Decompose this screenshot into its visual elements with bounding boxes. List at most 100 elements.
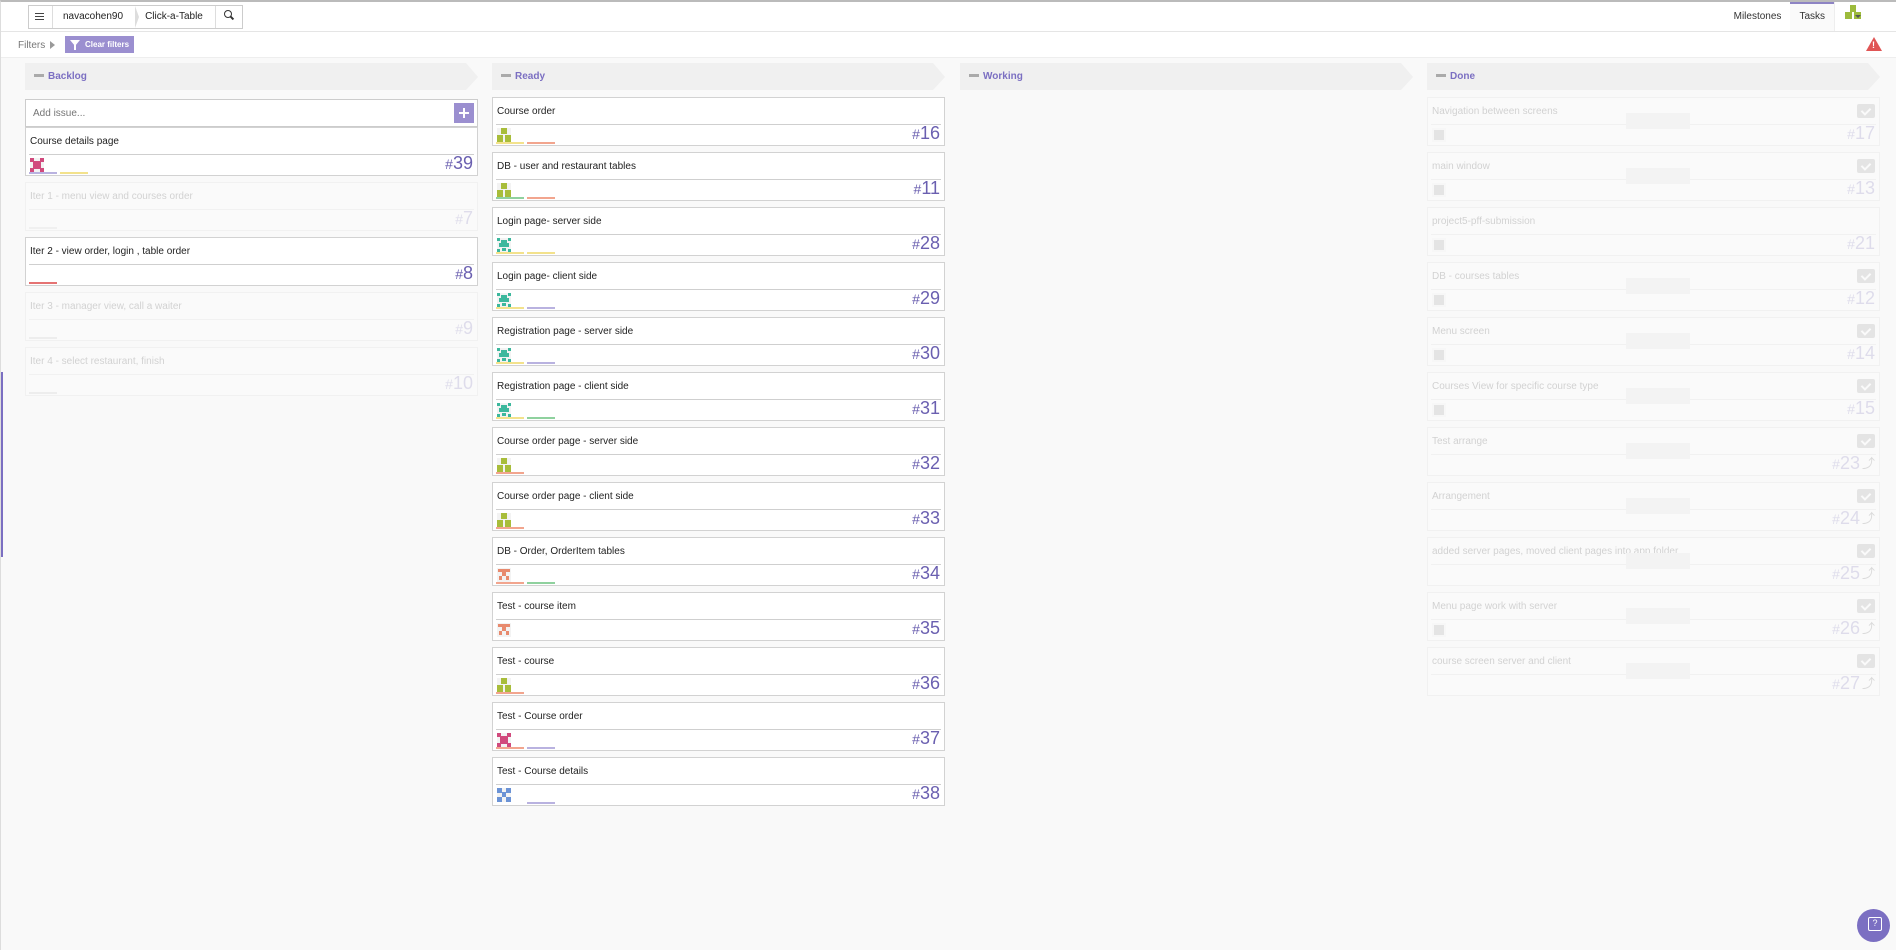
warning-icon[interactable] bbox=[1866, 37, 1882, 51]
issue-card[interactable]: Course order page - client side #33 bbox=[492, 482, 945, 531]
menu-button[interactable] bbox=[29, 6, 53, 28]
hover-action-button[interactable] bbox=[1626, 168, 1690, 184]
issue-title[interactable]: Course order page - server side bbox=[497, 436, 638, 447]
label-bar[interactable] bbox=[496, 417, 524, 419]
label-bar[interactable] bbox=[29, 172, 57, 174]
column-header[interactable]: Done bbox=[1427, 63, 1880, 90]
issue-card[interactable]: Navigation between screens #17 bbox=[1427, 97, 1880, 146]
label-bar[interactable] bbox=[527, 142, 555, 144]
close-issue-check-icon[interactable] bbox=[1857, 544, 1875, 558]
issue-number[interactable]: #17 bbox=[1847, 123, 1875, 144]
assignee-avatar-icon[interactable] bbox=[497, 623, 511, 637]
label-bar[interactable] bbox=[29, 227, 57, 229]
issue-title[interactable]: Course order bbox=[497, 106, 555, 117]
assignee-avatar-icon[interactable] bbox=[497, 458, 511, 472]
clear-filters-button[interactable]: Clear filters bbox=[65, 36, 135, 53]
label-bar[interactable] bbox=[496, 747, 524, 749]
close-issue-check-icon[interactable] bbox=[1857, 489, 1875, 503]
issue-title[interactable]: Menu screen bbox=[1432, 326, 1490, 337]
issue-card[interactable]: Test arrange #23 ⤴ bbox=[1427, 427, 1880, 476]
caret-right-icon[interactable] bbox=[50, 41, 55, 49]
issue-card[interactable]: Iter 3 - manager view, call a waiter #9 bbox=[25, 292, 478, 341]
hover-action-button[interactable] bbox=[1626, 663, 1690, 679]
issue-card[interactable]: project5-pff-submission #21 bbox=[1427, 207, 1880, 256]
hover-action-button[interactable] bbox=[1626, 498, 1690, 514]
close-issue-check-icon[interactable] bbox=[1857, 269, 1875, 283]
issue-title[interactable]: DB - user and restaurant tables bbox=[497, 161, 636, 172]
hover-action-button[interactable] bbox=[1626, 278, 1690, 294]
label-bar[interactable] bbox=[29, 392, 57, 394]
close-issue-check-icon[interactable] bbox=[1857, 599, 1875, 613]
issue-card[interactable]: course screen server and client #27 ⤴ bbox=[1427, 647, 1880, 696]
issue-number[interactable]: #35 bbox=[912, 618, 940, 639]
issue-number[interactable]: #25 ⤴ bbox=[1832, 563, 1875, 584]
issue-title[interactable]: Test arrange bbox=[1432, 436, 1488, 447]
issue-card[interactable]: Test - course item #35 bbox=[492, 592, 945, 641]
assignee-avatar-icon[interactable] bbox=[497, 293, 511, 307]
issue-card[interactable]: Courses View for specific course type #15 bbox=[1427, 372, 1880, 421]
assignee-avatar-icon[interactable] bbox=[497, 403, 511, 417]
column-header[interactable]: Backlog bbox=[25, 63, 478, 90]
column-header[interactable]: Ready bbox=[492, 63, 945, 90]
issue-title[interactable]: Iter 1 - menu view and courses order bbox=[30, 191, 193, 202]
nav-milestones[interactable]: Milestones bbox=[1725, 2, 1791, 31]
collapse-icon[interactable] bbox=[501, 74, 511, 77]
issue-card[interactable]: Login page- server side #28 bbox=[492, 207, 945, 256]
hover-action-button[interactable] bbox=[1626, 553, 1690, 569]
label-bar[interactable] bbox=[527, 252, 555, 254]
issue-number[interactable]: #31 bbox=[912, 398, 940, 419]
assignee-avatar-icon[interactable] bbox=[497, 513, 511, 527]
nav-tasks[interactable]: Tasks bbox=[1790, 2, 1834, 31]
close-issue-check-icon[interactable] bbox=[1857, 379, 1875, 393]
issue-title[interactable]: Test - Course details bbox=[497, 766, 588, 777]
assignee-avatar-icon[interactable] bbox=[497, 183, 511, 197]
assignee-avatar-icon[interactable] bbox=[497, 568, 511, 582]
label-bar[interactable] bbox=[496, 527, 524, 529]
issue-card[interactable]: Menu screen #14 bbox=[1427, 317, 1880, 366]
issue-number[interactable]: #29 bbox=[912, 288, 940, 309]
issue-number[interactable]: #30 bbox=[912, 343, 940, 364]
breadcrumb-owner[interactable]: navacohen90 bbox=[53, 6, 140, 28]
issue-title[interactable]: DB - courses tables bbox=[1432, 271, 1519, 282]
hover-action-button[interactable] bbox=[1626, 443, 1690, 459]
assignee-avatar-icon[interactable] bbox=[30, 158, 44, 172]
issue-card[interactable]: Test - Course order #37 bbox=[492, 702, 945, 751]
assignee-avatar-icon[interactable] bbox=[497, 348, 511, 362]
close-issue-check-icon[interactable] bbox=[1857, 434, 1875, 448]
issue-title[interactable]: Iter 4 - select restaurant, finish bbox=[30, 356, 165, 367]
issue-card[interactable]: Iter 1 - menu view and courses order #7 bbox=[25, 182, 478, 231]
assignee-avatar-icon[interactable] bbox=[497, 788, 511, 802]
search-button[interactable] bbox=[214, 6, 242, 28]
issue-card[interactable]: Course details page #39 bbox=[25, 127, 478, 176]
assignee-avatar-icon[interactable] bbox=[1432, 293, 1446, 307]
issue-number[interactable]: #14 bbox=[1847, 343, 1875, 364]
issue-title[interactable]: Login page- client side bbox=[497, 271, 597, 282]
label-bar[interactable] bbox=[496, 692, 524, 694]
label-bar[interactable] bbox=[496, 582, 524, 584]
label-bar[interactable] bbox=[527, 802, 555, 804]
assignee-avatar-icon[interactable] bbox=[1432, 348, 1446, 362]
issue-title[interactable]: Test - course item bbox=[497, 601, 576, 612]
issue-number[interactable]: #9 bbox=[455, 318, 473, 339]
issue-title[interactable]: Test - Course order bbox=[497, 711, 583, 722]
user-menu[interactable] bbox=[1834, 2, 1896, 31]
label-bar[interactable] bbox=[29, 282, 57, 284]
issue-title[interactable]: Arrangement bbox=[1432, 491, 1490, 502]
issue-card[interactable]: Course order #16 bbox=[492, 97, 945, 146]
add-issue-input[interactable] bbox=[33, 100, 433, 126]
close-issue-check-icon[interactable] bbox=[1857, 324, 1875, 338]
close-issue-check-icon[interactable] bbox=[1857, 654, 1875, 668]
issue-title[interactable]: Navigation between screens bbox=[1432, 106, 1558, 117]
issue-card[interactable]: Registration page - server side #30 bbox=[492, 317, 945, 366]
add-issue-button[interactable] bbox=[454, 103, 474, 123]
issue-card[interactable]: Course order page - server side #32 bbox=[492, 427, 945, 476]
issue-title[interactable]: main window bbox=[1432, 161, 1490, 172]
issue-number[interactable]: #27 ⤴ bbox=[1832, 673, 1875, 694]
label-bar[interactable] bbox=[527, 307, 555, 309]
issue-number[interactable]: #34 bbox=[912, 563, 940, 584]
issue-title[interactable]: Registration page - server side bbox=[497, 326, 633, 337]
issue-title[interactable]: Registration page - client side bbox=[497, 381, 629, 392]
label-bar[interactable] bbox=[496, 362, 524, 364]
issue-number[interactable]: #28 bbox=[912, 233, 940, 254]
issue-number[interactable]: #11 bbox=[914, 178, 940, 199]
